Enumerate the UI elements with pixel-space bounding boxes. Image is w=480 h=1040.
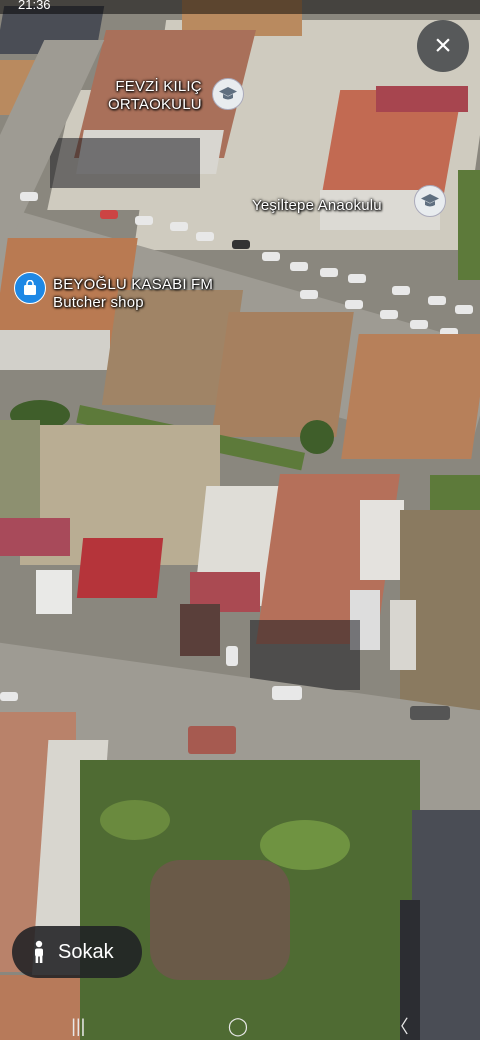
satellite-map[interactable] bbox=[0, 0, 480, 1040]
place-name-line2: ORTAOKULU bbox=[108, 96, 202, 113]
system-nav-bar: ||| ◯ 〈 bbox=[0, 1012, 480, 1040]
place-category: Butcher shop bbox=[53, 294, 144, 311]
pegman-icon bbox=[35, 940, 43, 963]
place-name: BEYOĞLU KASABI FM bbox=[53, 276, 214, 293]
school-icon bbox=[219, 87, 237, 100]
street-mode-chip[interactable]: Sokak bbox=[12, 926, 142, 978]
recent-apps-button[interactable]: ||| bbox=[71, 1016, 85, 1037]
close-button[interactable]: × bbox=[417, 20, 469, 72]
place-label-yesiltepe[interactable]: Yeşiltepe Anaokulu bbox=[252, 197, 382, 215]
shop-pin-beyoglu[interactable] bbox=[14, 272, 46, 304]
place-label-fevzi-kilic[interactable]: FEVZİ KILIÇ ORTAOKULU bbox=[108, 78, 202, 114]
back-button[interactable]: 〈 bbox=[391, 1013, 409, 1039]
street-mode-label: Sokak bbox=[58, 940, 114, 963]
school-pin-yesiltepe[interactable] bbox=[414, 185, 446, 217]
status-bar: 21:36 bbox=[0, 0, 480, 14]
school-icon bbox=[421, 194, 439, 207]
place-name-line1: FEVZİ KILIÇ bbox=[115, 78, 202, 95]
school-pin-fevzi-kilic[interactable] bbox=[212, 78, 244, 110]
home-button[interactable]: ◯ bbox=[228, 1016, 248, 1037]
status-time: 21:36 bbox=[18, 0, 51, 12]
close-icon: × bbox=[434, 29, 452, 62]
place-label-beyoglu[interactable]: BEYOĞLU KASABI FM Butcher shop bbox=[53, 276, 213, 312]
shopping-bag-icon bbox=[24, 280, 36, 295]
